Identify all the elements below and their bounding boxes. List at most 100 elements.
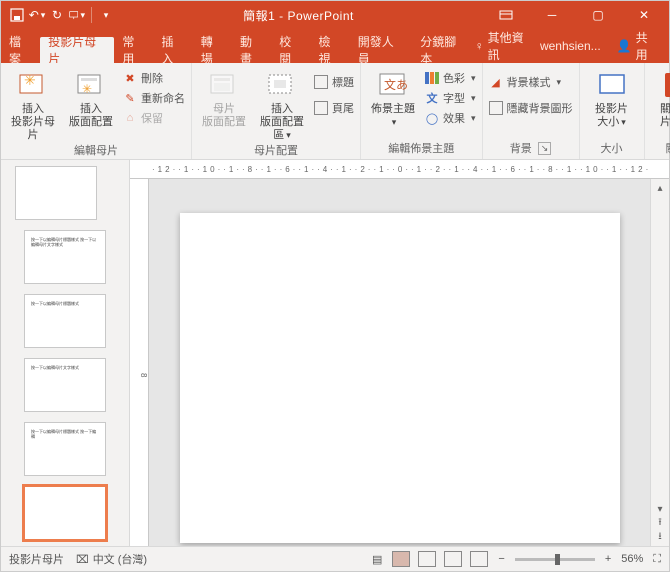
fonts-label: 字型	[443, 90, 465, 106]
colors-icon	[425, 71, 439, 85]
tab-review[interactable]: 校閱	[271, 37, 310, 63]
rename-button[interactable]: ✎重新命名	[123, 89, 185, 107]
checkbox-icon	[314, 101, 328, 115]
hide-background-checkbox[interactable]: 隱藏背景圖形	[489, 99, 573, 117]
tab-slide-master[interactable]: 投影片母片	[40, 37, 114, 63]
thumbnail-preview: 按一下以編輯母片文字樣式	[31, 365, 99, 405]
preserve-label: 保留	[141, 110, 163, 126]
reading-view-icon[interactable]	[444, 551, 462, 567]
close-master-button[interactable]: ✕ 關閉母 片檢視	[651, 65, 670, 129]
themes-button[interactable]: 文あ 佈景主題▾	[367, 65, 419, 129]
colors-button[interactable]: 色彩▾	[425, 69, 476, 87]
sorter-view-icon[interactable]	[418, 551, 436, 567]
tab-animations[interactable]: 動畫	[232, 37, 271, 63]
bg-style-label: 背景樣式	[507, 74, 551, 90]
preserve-icon: ⌂	[123, 111, 137, 125]
layout-thumbnail[interactable]: 按一下以編輯母片文字樣式	[24, 358, 106, 412]
checkbox-icon	[314, 75, 328, 89]
statusbar: 投影片母片 ⌧中文 (台灣) ▤ − + 56% ⛶	[1, 546, 669, 571]
footer-checkbox[interactable]: 頁尾	[314, 99, 354, 117]
fit-to-window-icon[interactable]: ⛶	[653, 553, 661, 566]
stage: ·12··1··10··1··8··1··6··1··4··1··2··1··0…	[130, 160, 669, 546]
fonts-button[interactable]: 文字型▾	[425, 89, 476, 107]
next-slide-icon[interactable]: ⭳	[653, 530, 667, 544]
workspace: 按一下以編輯母片標題樣式 按一下以編輯母片文字樣式按一下以編輯母片標題樣式按一下…	[1, 160, 669, 546]
tab-storyboard[interactable]: 分鏡腳本	[412, 37, 474, 63]
master-layout-label: 母片 版面配置	[202, 103, 246, 129]
tab-developer[interactable]: 開發人員	[350, 37, 412, 63]
delete-button[interactable]: ✖ 刪除	[123, 69, 185, 87]
qat-customize-icon[interactable]: ▾	[98, 7, 114, 23]
quick-access-toolbar: ↶▾ ↻ ▾ ▾	[3, 7, 114, 23]
insert-slide-master-label: 插入 投影片母片	[7, 103, 59, 142]
status-language[interactable]: ⌧ 中文 (台灣)	[76, 551, 147, 567]
zoom-out-icon[interactable]: −	[498, 553, 504, 565]
thumbnail-preview: 按一下以編輯母片標題樣式	[31, 301, 99, 341]
effects-button[interactable]: ◯效果▾	[425, 109, 476, 127]
rename-label: 重新命名	[141, 90, 185, 106]
tell-me[interactable]: ♀其他資訊	[475, 29, 532, 63]
ribbon-display-icon[interactable]	[483, 1, 529, 29]
maximize-button[interactable]: ▢	[575, 1, 621, 29]
delete-label: 刪除	[141, 70, 163, 86]
preserve-button[interactable]: ⌂ 保留	[123, 109, 185, 127]
tell-me-label: 其他資訊	[488, 29, 532, 63]
bg-style-icon: ◢	[489, 75, 503, 89]
group-size: 投影片 大小▾ 大小	[580, 63, 645, 159]
slide-canvas[interactable]	[149, 179, 650, 546]
title-checkbox[interactable]: 標題	[314, 73, 354, 91]
window-buttons: ─ ▢ ✕	[483, 1, 667, 29]
insert-layout-button[interactable]: ✳ 插入 版面配置	[65, 65, 117, 129]
themes-label: 佈景主題▾	[371, 103, 415, 129]
undo-icon[interactable]: ↶▾	[29, 7, 45, 23]
insert-slide-master-button[interactable]: ✳ 插入 投影片母片	[7, 65, 59, 142]
thumbnail-panel[interactable]: 按一下以編輯母片標題樣式 按一下以編輯母片文字樣式按一下以編輯母片標題樣式按一下…	[1, 160, 130, 546]
zoom-slider[interactable]	[515, 558, 595, 561]
insert-placeholder-button[interactable]: 插入 版面配置區▾	[256, 65, 308, 142]
slide-size-button[interactable]: 投影片 大小▾	[586, 65, 638, 129]
thumbnail-preview: 按一下以編輯母片標題樣式 按一下以編輯母片文字樣式	[31, 237, 99, 277]
save-icon[interactable]	[9, 7, 25, 23]
normal-view-icon[interactable]	[392, 551, 410, 567]
zoom-percent[interactable]: 56%	[621, 553, 643, 565]
slideshow-view-icon[interactable]	[470, 551, 488, 567]
effects-icon: ◯	[425, 111, 439, 125]
tab-transitions[interactable]: 轉場	[193, 37, 232, 63]
slide[interactable]	[180, 213, 620, 543]
notes-icon[interactable]: ▤	[372, 553, 382, 566]
layout-thumbnail[interactable]: 按一下以編輯母片標題樣式 按一下編輯	[24, 422, 106, 476]
layout-thumbnail[interactable]: 按一下以編輯母片標題樣式 按一下以編輯母片文字樣式	[24, 230, 106, 284]
minimize-button[interactable]: ─	[529, 1, 575, 29]
group-close: ✕ 關閉母 片檢視 關閉	[645, 63, 670, 159]
hide-bg-label: 隱藏背景圖形	[507, 100, 573, 116]
zoom-in-icon[interactable]: +	[605, 553, 611, 565]
delete-icon: ✖	[123, 71, 137, 85]
layout-thumbnail[interactable]: 按一下以編輯母片標題樣式	[24, 294, 106, 348]
colors-label: 色彩	[443, 70, 465, 86]
slideshow-icon[interactable]: ▾	[69, 7, 85, 23]
tab-insert[interactable]: 插入	[154, 37, 193, 63]
master-thumbnail[interactable]	[15, 166, 97, 220]
close-button[interactable]: ✕	[621, 1, 667, 29]
app-window: ↶▾ ↻ ▾ ▾ 簡報1 - PowerPoint ─ ▢ ✕ 檔案 投影片母片…	[0, 0, 670, 572]
user-name[interactable]: wenhsien...	[540, 39, 601, 53]
background-styles-button[interactable]: ◢背景樣式▾	[489, 73, 573, 91]
dialog-launcher-icon[interactable]: ↘	[538, 142, 552, 155]
status-language-label: 中文 (台灣)	[93, 551, 147, 567]
vertical-scrollbar[interactable]: ▴ ▾ ⭱ ⭳	[650, 179, 669, 546]
horizontal-ruler: ·12··1··10··1··8··1··6··1··4··1··2··1··0…	[130, 160, 669, 179]
checkbox-icon	[489, 101, 503, 115]
thumbnail-preview: 按一下以編輯母片標題樣式 按一下編輯	[31, 429, 99, 469]
ruler-mark: 8	[139, 373, 148, 377]
tab-view[interactable]: 檢視	[310, 37, 349, 63]
svg-text:✳: ✳	[82, 82, 92, 96]
title-checkbox-label: 標題	[332, 74, 354, 90]
tab-home[interactable]: 常用	[114, 37, 153, 63]
close-icon: ✕	[665, 73, 670, 97]
scroll-up-icon[interactable]: ▴	[653, 181, 667, 195]
tab-file[interactable]: 檔案	[1, 37, 40, 63]
language-icon: ⌧	[76, 553, 89, 566]
share-button[interactable]: 👤共用	[609, 33, 665, 59]
layout-thumbnail[interactable]	[24, 486, 106, 540]
redo-icon[interactable]: ↻	[49, 7, 65, 23]
